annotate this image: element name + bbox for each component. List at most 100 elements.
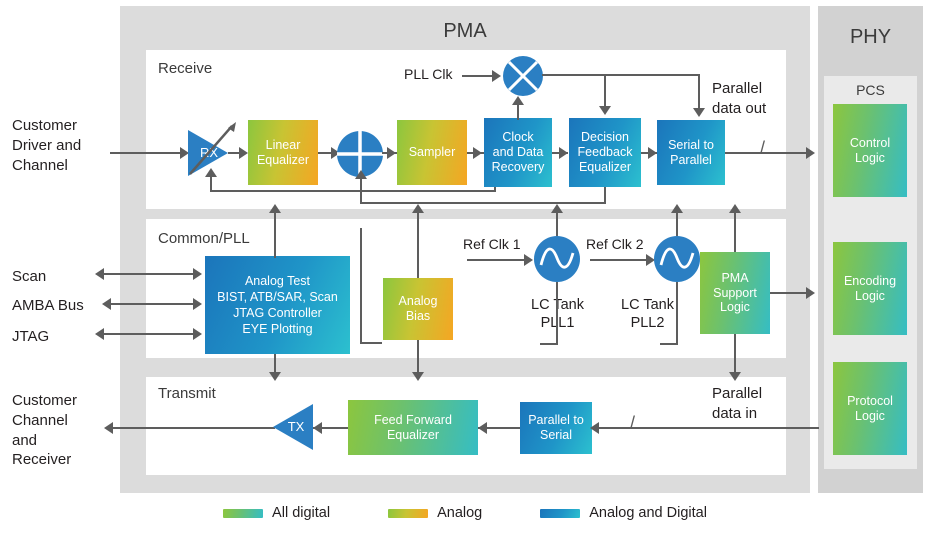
legend-swatch-analog: [388, 508, 429, 518]
block-protocol-logic: Protocol Logic: [833, 362, 907, 455]
arrow-pll2-to-receive: [671, 204, 683, 213]
block-analog-test: Analog Test BIST, ATB/SAR, Scan JTAG Con…: [205, 256, 350, 354]
arrow-scan-out: [95, 268, 104, 280]
connector-analogtest-up: [274, 212, 276, 258]
mixer-symbol-icon: [503, 56, 543, 96]
block-control-logic: Control Logic: [833, 104, 907, 197]
tx-amplifier: TX: [273, 404, 313, 450]
block-analog-bias: Analog Bias: [383, 278, 453, 340]
label-customer-channel-and-receiver: Customer Channel and Receiver: [12, 392, 78, 469]
arrow-p2s-to-ffe: [478, 422, 487, 434]
legend-label-all-digital: All digital: [272, 505, 331, 521]
connector-amba: [107, 303, 200, 305]
legend-swatch-all-digital: [223, 508, 264, 518]
arrow-agc-feedback-to-rx: [205, 168, 217, 177]
common-row-title: Common/PLL: [158, 230, 250, 247]
arrow-mixer-to-s2p: [693, 108, 705, 117]
arrow-sum-to-sampler: [387, 147, 396, 159]
connector-s2p-to-pcs: [725, 152, 811, 154]
arrow-cdr-to-dfe: [559, 147, 568, 159]
legend-label-analog: Analog: [437, 505, 483, 521]
arrow-pcs-to-p2s: [590, 422, 599, 434]
arrow-pll1-to-receive: [551, 204, 563, 213]
connector-scan: [100, 273, 200, 275]
connector-agc-feedback-horizontal: [210, 190, 495, 192]
connector-refclk1-to-pll1: [467, 259, 530, 261]
pll1-oscillator-icon: [534, 236, 580, 282]
block-feed-forward-equalizer: Feed Forward Equalizer: [348, 400, 478, 455]
connector-mixer-bus: [542, 74, 700, 76]
arrow-dfe-to-s2p: [648, 147, 657, 159]
arrow-mixer-to-dfe: [599, 106, 611, 115]
connector-pll2-elbow: [660, 343, 678, 345]
connector-pmasupport-down: [734, 334, 736, 374]
connector-pll1-elbow: [540, 343, 558, 345]
label-jtag: JTAG: [12, 328, 50, 345]
connector-pll2-up: [676, 212, 678, 236]
arrow-pllclk-to-mixer: [492, 70, 501, 82]
block-encoding-logic: Encoding Logic: [833, 242, 907, 335]
arrow-pmasupport-to-transmit: [729, 372, 741, 381]
connector-pmasupport-to-pcs: [770, 292, 811, 294]
legend: All digital Analog Analog and Digital: [0, 505, 930, 521]
block-serial-to-parallel: Serial to Parallel: [657, 120, 725, 185]
connector-tx-to-channel: [110, 427, 275, 429]
arrow-refclk1-to-pll1: [524, 254, 533, 266]
tx-amplifier-label: TX: [287, 419, 305, 434]
arrow-rx-to-leq: [239, 147, 248, 159]
arrow-analogbias-to-transmit: [412, 372, 424, 381]
label-ref-clk-2: Ref Clk 2: [586, 236, 644, 252]
arrow-analogtest-to-transmit: [269, 372, 281, 381]
arrow-analogbias-to-receive: [412, 204, 424, 213]
label-parallel-data-out: Parallel data out: [712, 80, 767, 117]
block-sampler: Sampler: [397, 120, 467, 185]
phy-title: PHY: [849, 26, 892, 48]
connector-pll1-down: [556, 282, 558, 344]
connector-refclk2-to-pll2: [590, 259, 652, 261]
label-scan: Scan: [12, 268, 47, 285]
connector-agc-feedback-up: [210, 176, 212, 191]
connector-cdr-to-mixer: [517, 104, 519, 120]
block-diagram: PMA PHY Receive Common/PLL Transmit PCS …: [0, 0, 930, 538]
label-lc-tank-pll2: LC Tank PLL2: [621, 297, 674, 332]
connector-analogbias-up: [417, 212, 419, 278]
legend-item-all-digital: All digital: [223, 505, 330, 521]
legend-item-analog-and-digital: Analog and Digital: [540, 505, 707, 521]
arrow-cdr-to-mixer: [512, 96, 524, 105]
pll2-oscillator-icon: [654, 236, 700, 282]
arrow-jtag-in: [193, 328, 202, 340]
arrow-tx-to-channel: [104, 422, 113, 434]
receive-row-title: Receive: [158, 60, 213, 77]
connector-dfe-feedback-horizontal: [360, 202, 606, 204]
connector-mixer-to-s2p: [698, 74, 700, 110]
legend-label-analog-and-digital: Analog and Digital: [589, 505, 707, 521]
arrow-dfe-feedback-to-summer: [355, 170, 367, 179]
connector-common-rail-1-elbow: [360, 342, 382, 344]
connector-analogbias-down: [417, 340, 419, 374]
connector-pll1-up: [556, 212, 558, 236]
label-parallel-data-in: Parallel data in: [712, 385, 763, 422]
block-linear-equalizer: Linear Equalizer: [248, 120, 318, 185]
label-amba-bus: AMBA Bus: [12, 297, 84, 314]
arrow-sampler-to-cdr: [473, 147, 482, 159]
connector-jtag: [100, 333, 200, 335]
connector-agc-feedback-stub: [494, 187, 496, 192]
arrow-amba-out: [102, 298, 111, 310]
bus-marker-rx: /: [760, 138, 766, 158]
arrow-analogtest-to-receive: [269, 204, 281, 213]
arrow-scan-in: [193, 268, 202, 280]
arrow-jtag-out: [95, 328, 104, 340]
block-parallel-to-serial: Parallel to Serial: [520, 402, 592, 454]
block-pma-support-logic: PMA Support Logic: [700, 252, 770, 334]
connector-mixer-to-dfe: [604, 74, 606, 108]
arrow-s2p-to-pcs: [806, 147, 815, 159]
connector-driver-to-rx: [110, 152, 182, 154]
label-pll-clk: PLL Clk: [404, 66, 453, 82]
label-ref-clk-1: Ref Clk 1: [463, 236, 521, 252]
arrow-amba-in: [193, 298, 202, 310]
connector-analogtest-down: [274, 354, 276, 374]
block-decision-feedback-equalizer: Decision Feedback Equalizer: [569, 118, 641, 187]
transmit-row-title: Transmit: [158, 385, 216, 402]
bus-marker-tx: /: [630, 413, 636, 433]
connector-pmasupport-up: [734, 212, 736, 252]
